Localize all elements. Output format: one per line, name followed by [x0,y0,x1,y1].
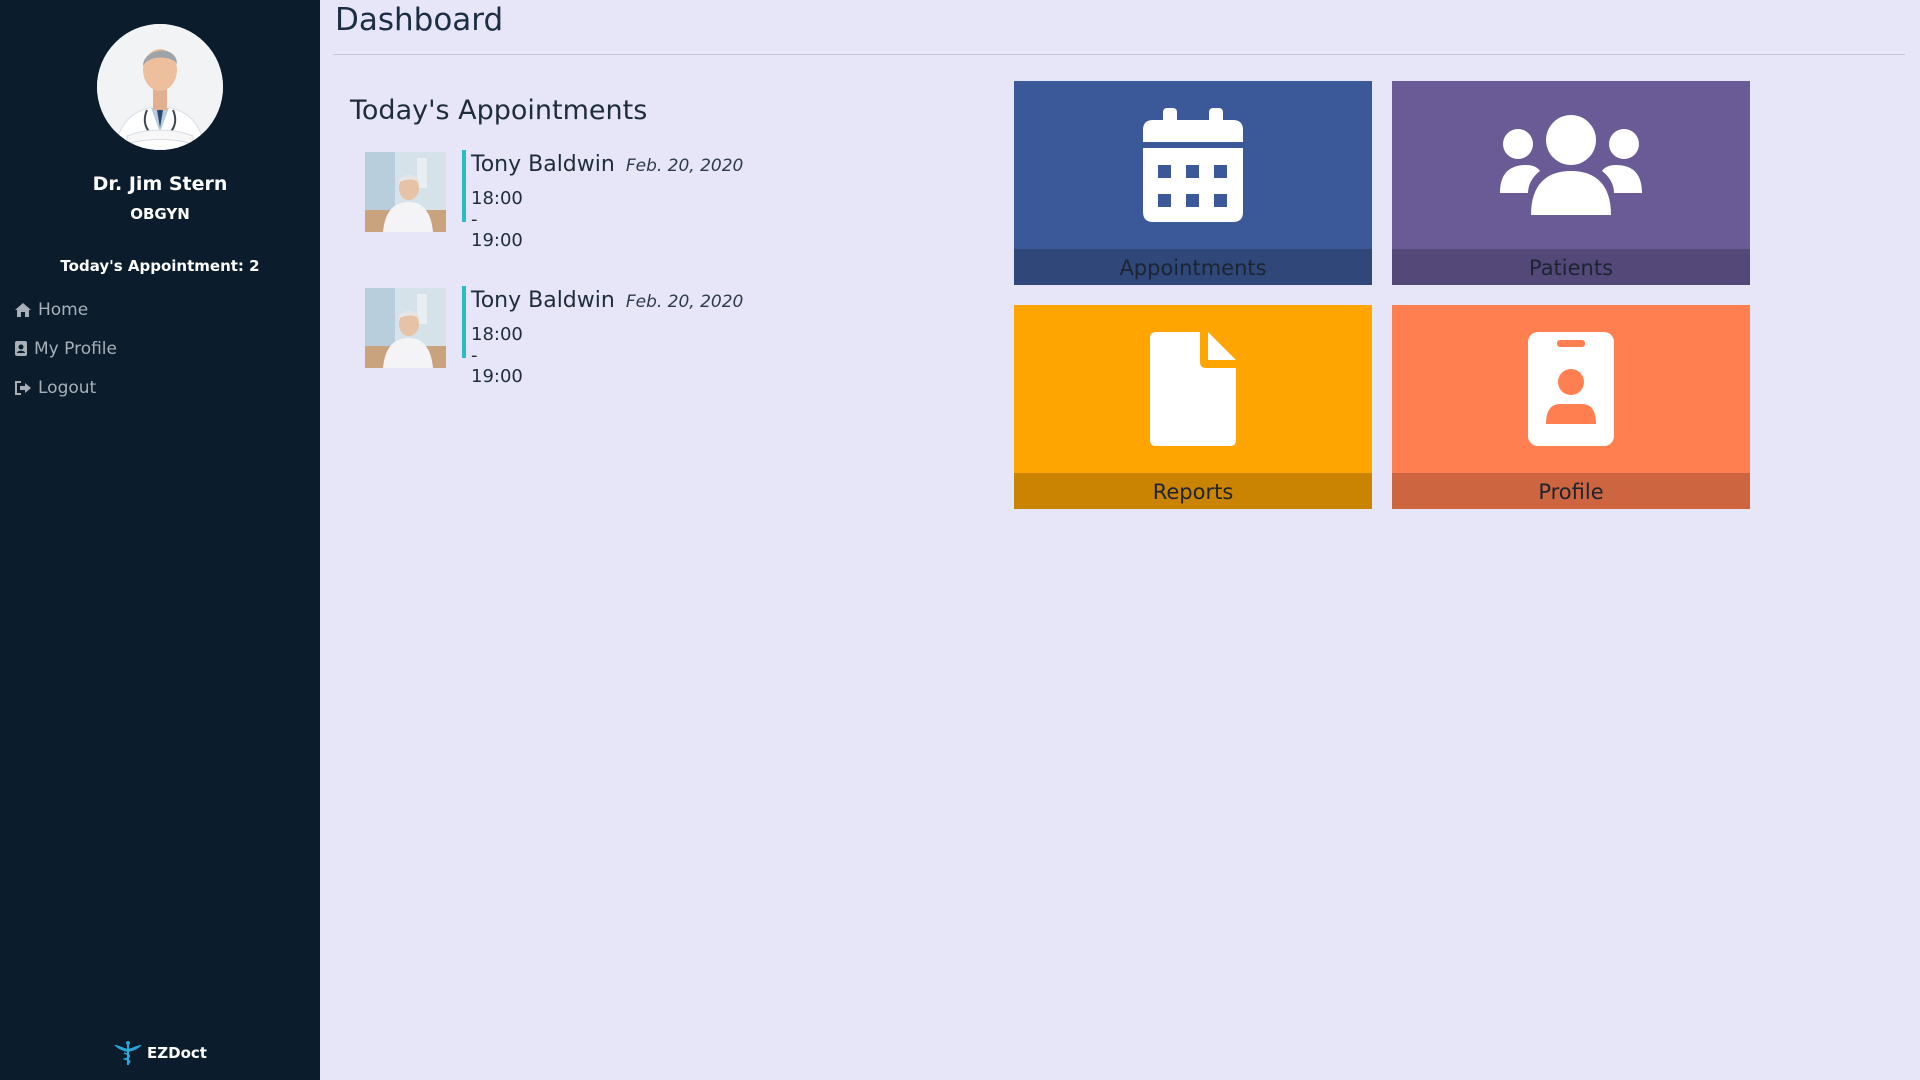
doctor-name: Dr. Jim Stern [92,173,228,195]
patient-name: Tony Baldwin [471,288,615,313]
home-icon [15,302,31,317]
tile-label: Appointments [1014,249,1372,285]
sidebar-item-logout[interactable]: Logout [14,368,117,407]
caduceus-icon [114,1041,143,1065]
tile-label: Patients [1392,249,1750,285]
appointments-tile[interactable]: Appointments [1014,81,1372,285]
id-badge-icon [15,341,27,356]
file-icon [1150,332,1236,446]
sidebar-item-home[interactable]: Home [14,290,117,329]
patients-tile[interactable]: Patients [1392,81,1750,285]
profile-tile[interactable]: Profile [1392,305,1750,509]
reports-tile[interactable]: Reports [1014,305,1372,509]
doctor-avatar [97,24,223,150]
appointment-count: Today's Appointment: 2 [60,257,260,275]
patient-name: Tony Baldwin [471,152,615,177]
appointment-patient: Tony Baldwin Feb. 20, 2020 [471,288,743,313]
appointment-patient: Tony Baldwin Feb. 20, 2020 [471,152,743,177]
sidebar-item-label: My Profile [34,338,117,359]
page-title: Dashboard [335,2,504,38]
appointment-time: 18:00 - 19:00 [471,188,523,251]
brand-logo[interactable]: EZDoct [0,1040,320,1066]
sidebar-nav: Home My Profile Logout [14,290,117,407]
appointment-time: 18:00 - 19:00 [471,324,523,387]
appointments-heading: Today's Appointments [350,95,648,126]
patient-photo [365,152,446,232]
appointment-date: Feb. 20, 2020 [625,156,744,176]
sidebar-item-my-profile[interactable]: My Profile [14,329,117,368]
sidebar-item-label: Home [38,299,89,320]
appointment-accent-bar [462,286,466,358]
users-icon [1500,115,1642,215]
header-divider [333,54,1905,55]
brand-name: EZDoct [147,1044,207,1062]
appointment-accent-bar [462,150,466,222]
doctor-specialty: OBGYN [130,205,190,223]
tile-label: Profile [1392,473,1750,509]
logout-icon [15,380,31,395]
sidebar-item-label: Logout [38,377,97,398]
id-badge-icon [1528,332,1614,446]
tile-label: Reports [1014,473,1372,509]
calendar-icon [1143,108,1243,222]
sidebar: Dr. Jim Stern OBGYN Today's Appointment:… [0,0,320,1080]
appointment-date: Feb. 20, 2020 [625,292,744,312]
patient-photo [365,288,446,368]
